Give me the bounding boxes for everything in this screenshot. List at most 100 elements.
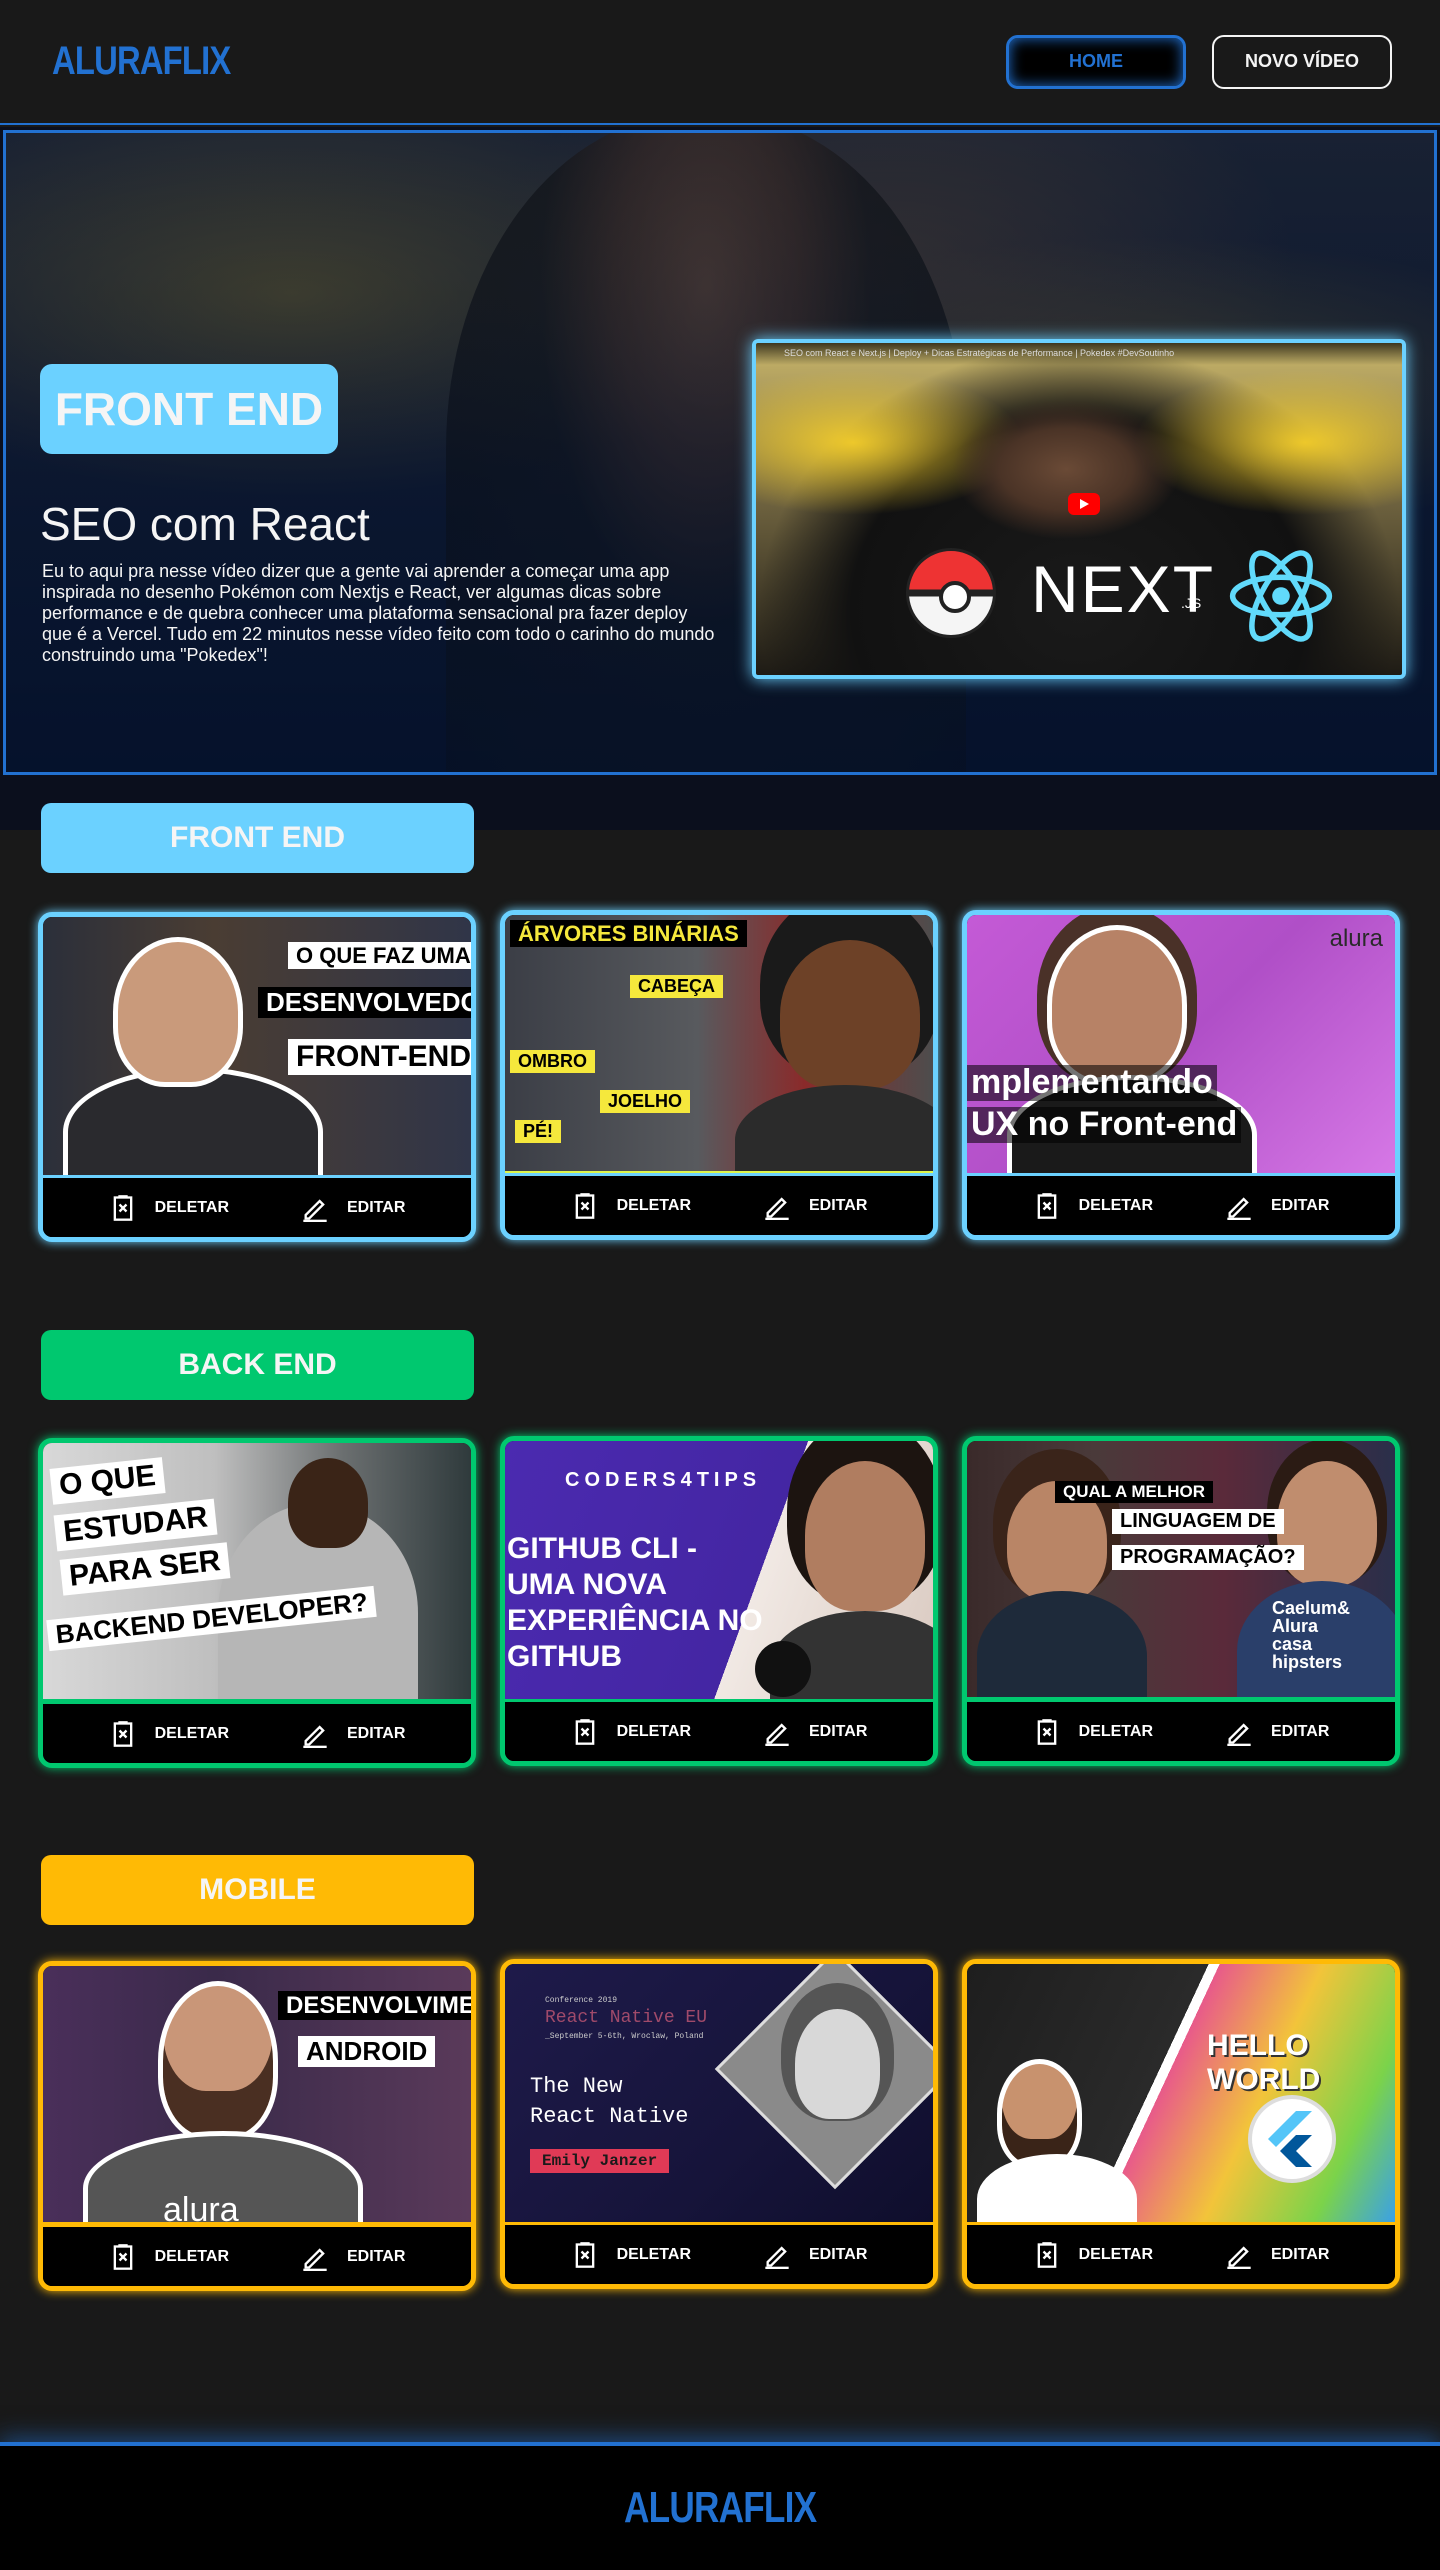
delete-button[interactable]: DELETAR xyxy=(1033,1718,1153,1746)
video-card[interactable]: CODERS4TIPS GITHUB CLI - UMA NOVA EXPERI… xyxy=(500,1436,938,1766)
pencil-icon xyxy=(1227,2245,1251,2269)
card-actions: DELETAR EDITAR xyxy=(967,2222,1395,2284)
alura-shirt-logo: alura xyxy=(163,2191,239,2226)
pencil-icon xyxy=(303,1198,327,1222)
footer-logo[interactable]: ALURAFLIX xyxy=(624,2483,817,2533)
thumb-text: GITHUB CLI - xyxy=(507,1532,697,1565)
pencil-icon xyxy=(765,2245,789,2269)
hero-banner: FRONT END SEO com React Eu to aqui pra n… xyxy=(0,127,1440,830)
delete-label: DELETAR xyxy=(154,1724,229,1742)
trash-icon xyxy=(575,1718,594,1745)
thumb-text: LINGUAGEM DE xyxy=(1112,1509,1284,1534)
video-thumbnail[interactable]: O QUE FAZ UMA DESENVOLVEDORA FRONT-END xyxy=(43,917,471,1177)
header: ALURAFLIX HOME NOVO VÍDEO xyxy=(0,0,1440,125)
thumb-shirt-text: Caelum& Alura casa hipsters xyxy=(1272,1599,1350,1671)
thumb-text: PÉ! xyxy=(515,1120,562,1143)
youtube-play-icon[interactable] xyxy=(1068,493,1100,515)
edit-label: EDITAR xyxy=(347,1724,406,1742)
thumb-text-block: GITHUB CLI - UMA NOVA EXPERIÊNCIA NO GIT… xyxy=(507,1531,763,1675)
thumb-person xyxy=(977,2154,1137,2224)
video-thumbnail[interactable]: O QUE ESTUDAR PARA SER BACKEND DEVELOPER… xyxy=(43,1443,471,1703)
pencil-icon xyxy=(303,1724,327,1748)
thumb-face xyxy=(1047,925,1187,1085)
delete-button[interactable]: DELETAR xyxy=(109,1720,229,1748)
edit-label: EDITAR xyxy=(1271,2245,1330,2263)
delete-button[interactable]: DELETAR xyxy=(571,1192,691,1220)
banner-video-player[interactable]: SEO com React e Next.js | Deploy + Dicas… xyxy=(752,339,1406,679)
trash-icon xyxy=(1037,1718,1056,1745)
thumb-text: React Native EU xyxy=(545,2008,708,2028)
player-title: SEO com React e Next.js | Deploy + Dicas… xyxy=(756,343,1402,365)
edit-button[interactable]: EDITAR xyxy=(1225,2241,1329,2269)
edit-button[interactable]: EDITAR xyxy=(301,2243,405,2271)
edit-button[interactable]: EDITAR xyxy=(763,1718,867,1746)
pencil-icon xyxy=(765,1722,789,1746)
video-thumbnail[interactable]: ÁRVORES BINÁRIAS CABEÇA OMBRO JOELHO PÉ! xyxy=(505,915,933,1175)
video-card[interactable]: alura mplementando UX no Front-end DELET… xyxy=(962,910,1400,1240)
footer: ALURAFLIX xyxy=(0,2442,1440,2570)
delete-label: DELETAR xyxy=(616,2245,691,2263)
edit-button[interactable]: EDITAR xyxy=(301,1720,405,1748)
thumb-text: CABEÇA xyxy=(630,975,724,998)
home-button[interactable]: HOME xyxy=(1006,34,1186,89)
thumb-text: mplementando xyxy=(967,1064,1217,1101)
thumb-text: Caelum& xyxy=(1272,1598,1351,1618)
delete-button[interactable]: DELETAR xyxy=(109,2243,229,2271)
video-thumbnail[interactable]: Conference 2019 React Native EU _Septemb… xyxy=(505,1964,933,2224)
video-thumbnail[interactable]: CODERS4TIPS GITHUB CLI - UMA NOVA EXPERI… xyxy=(505,1441,933,1701)
thumb-face xyxy=(805,1461,925,1611)
card-actions: DELETAR EDITAR xyxy=(967,1699,1395,1761)
trash-icon xyxy=(575,2241,594,2268)
banner-category-tag: FRONT END xyxy=(40,364,338,454)
edit-button[interactable]: EDITAR xyxy=(1225,1718,1329,1746)
card-actions: DELETAR EDITAR xyxy=(505,1173,933,1235)
edit-button[interactable]: EDITAR xyxy=(301,1194,405,1222)
video-card[interactable]: DESENVOLVIMENTO ANDROID alura DELETAR ED… xyxy=(38,1961,476,2291)
edit-button[interactable]: EDITAR xyxy=(763,1192,867,1220)
banner-description: Eu to aqui pra nesse vídeo dizer que a g… xyxy=(42,561,715,665)
thumb-text: DESENVOLVEDORA xyxy=(258,987,471,1019)
edit-label: EDITAR xyxy=(809,1722,868,1740)
thumb-person xyxy=(977,1591,1147,1697)
video-thumbnail[interactable]: DESENVOLVIMENTO ANDROID alura xyxy=(43,1966,471,2226)
card-actions: DELETAR EDITAR xyxy=(43,1701,471,1763)
delete-button[interactable]: DELETAR xyxy=(1033,2241,1153,2269)
video-card[interactable]: HELLO WORLD DELETAR EDITAR xyxy=(962,1959,1400,2289)
delete-button[interactable]: DELETAR xyxy=(1033,1192,1153,1220)
edit-label: EDITAR xyxy=(809,2245,868,2263)
thumb-text: casa xyxy=(1272,1634,1313,1654)
thumb-text: UX no Front-end xyxy=(967,1106,1242,1143)
thumb-face xyxy=(113,937,243,1087)
delete-button[interactable]: DELETAR xyxy=(571,1718,691,1746)
edit-button[interactable]: EDITAR xyxy=(1225,1192,1329,1220)
thumb-text: JOELHO xyxy=(600,1090,691,1113)
video-thumbnail[interactable]: alura mplementando UX no Front-end xyxy=(967,915,1395,1175)
video-thumbnail[interactable]: QUAL A MELHOR LINGUAGEM DE PROGRAMAÇÃO? … xyxy=(967,1441,1395,1701)
thumb-text: React Native xyxy=(530,2104,689,2129)
card-actions: DELETAR EDITAR xyxy=(505,1699,933,1761)
thumb-text: O QUE FAZ UMA xyxy=(288,942,471,970)
video-card[interactable]: O QUE FAZ UMA DESENVOLVEDORA FRONT-END D… xyxy=(38,912,476,1242)
thumb-text: Emily Janzer xyxy=(530,2149,670,2173)
edit-button[interactable]: EDITAR xyxy=(763,2241,867,2269)
trash-icon xyxy=(1037,2241,1056,2268)
edit-label: EDITAR xyxy=(809,1196,868,1214)
thumb-text: QUAL A MELHOR xyxy=(1055,1481,1213,1503)
thumb-text: UMA NOVA xyxy=(507,1568,667,1601)
thumb-text: ANDROID xyxy=(298,2036,436,2068)
video-card[interactable]: O QUE ESTUDAR PARA SER BACKEND DEVELOPER… xyxy=(38,1438,476,1768)
delete-button[interactable]: DELETAR xyxy=(109,1194,229,1222)
delete-label: DELETAR xyxy=(616,1196,691,1214)
logo[interactable]: ALURAFLIX xyxy=(52,39,231,84)
video-card[interactable]: Conference 2019 React Native EU _Septemb… xyxy=(500,1959,938,2289)
alura-logo: alura xyxy=(1329,925,1383,952)
video-card[interactable]: QUAL A MELHOR LINGUAGEM DE PROGRAMAÇÃO? … xyxy=(962,1436,1400,1766)
delete-button[interactable]: DELETAR xyxy=(571,2241,691,2269)
card-actions: DELETAR EDITAR xyxy=(43,1175,471,1237)
video-thumbnail[interactable]: HELLO WORLD xyxy=(967,1964,1395,2224)
video-card[interactable]: ÁRVORES BINÁRIAS CABEÇA OMBRO JOELHO PÉ!… xyxy=(500,910,938,1240)
new-video-button[interactable]: NOVO VÍDEO xyxy=(1212,34,1392,89)
delete-label: DELETAR xyxy=(1078,2245,1153,2263)
thumb-face xyxy=(288,1458,368,1548)
pencil-icon xyxy=(303,2247,327,2271)
